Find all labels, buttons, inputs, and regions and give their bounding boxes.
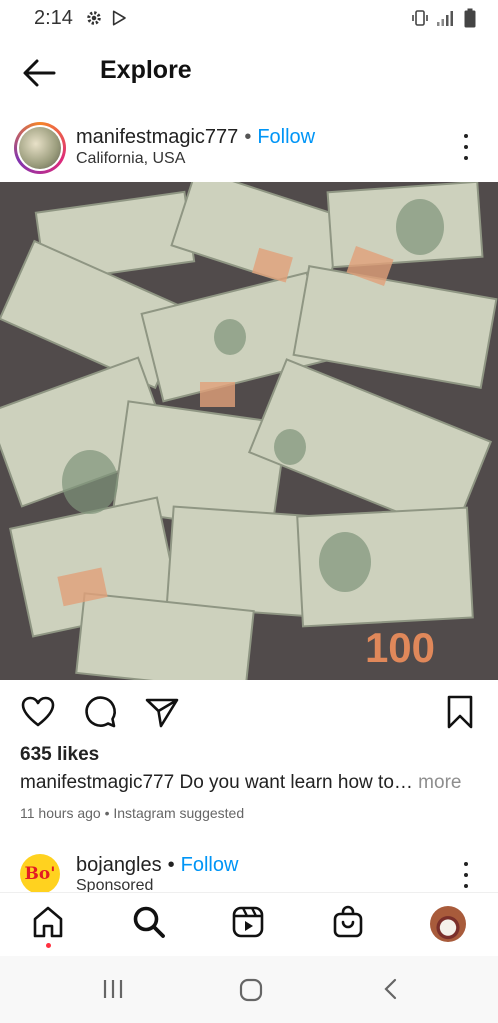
search-icon[interactable] [132, 905, 166, 939]
follow-button[interactable]: Follow [257, 126, 315, 149]
post-image[interactable]: 100 [0, 182, 498, 680]
status-bar: 2:14 [0, 0, 498, 36]
shop-icon[interactable] [331, 905, 365, 939]
system-nav-bar [0, 956, 498, 1023]
separator-dot: • [244, 126, 252, 148]
status-time: 2:14 [34, 6, 73, 29]
back-arrow-icon[interactable] [22, 58, 56, 88]
ad-post-header: Bo' bojangles • Follow Sponsored [0, 848, 498, 892]
likes-count[interactable]: 635 likes [20, 744, 99, 766]
more-options-icon[interactable] [462, 134, 470, 160]
bookmark-icon[interactable] [442, 694, 478, 730]
caption-more-link[interactable]: more [418, 772, 461, 793]
ad-username[interactable]: bojangles [76, 854, 162, 877]
heart-icon[interactable] [20, 694, 56, 730]
profile-avatar[interactable] [430, 906, 466, 942]
money-photo: 100 [0, 182, 498, 680]
post-header: manifestmagic777 • Follow California, US… [0, 118, 498, 178]
home-icon[interactable] [31, 905, 65, 939]
comment-icon[interactable] [82, 694, 118, 730]
home-nav-icon[interactable] [239, 978, 263, 1002]
avatar[interactable] [14, 122, 66, 174]
more-options-icon[interactable] [462, 862, 470, 888]
share-icon[interactable] [144, 694, 180, 730]
post-meta: 11 hours ago • Instagram suggested [20, 805, 245, 821]
post-caption: manifestmagic777 Do you want learn how t… [20, 772, 461, 794]
bottom-tab-bar [0, 892, 498, 954]
sponsored-label: Sponsored [76, 877, 154, 892]
bojangles-avatar[interactable]: Bo' [20, 854, 60, 892]
caption-username[interactable]: manifestmagic777 [20, 772, 174, 793]
page-title: Explore [100, 56, 192, 84]
play-store-icon [112, 10, 126, 26]
recent-apps-icon[interactable] [102, 978, 124, 1000]
top-header: Explore [0, 44, 498, 100]
caption-text: Do you want learn how to… [179, 772, 413, 793]
bill-denomination: 100 [365, 624, 435, 671]
battery-icon [464, 8, 476, 28]
settings-icon [87, 11, 101, 25]
separator-dot: • [167, 854, 175, 876]
signal-icon [437, 11, 453, 26]
notification-dot [46, 943, 51, 948]
post-actions [0, 690, 498, 734]
ad-follow-button[interactable]: Follow [181, 854, 239, 877]
vibrate-icon [412, 10, 428, 26]
reels-icon[interactable] [231, 905, 265, 939]
post-username[interactable]: manifestmagic777 [76, 126, 238, 149]
post-location[interactable]: California, USA [76, 150, 185, 168]
back-nav-icon[interactable] [382, 978, 400, 1000]
